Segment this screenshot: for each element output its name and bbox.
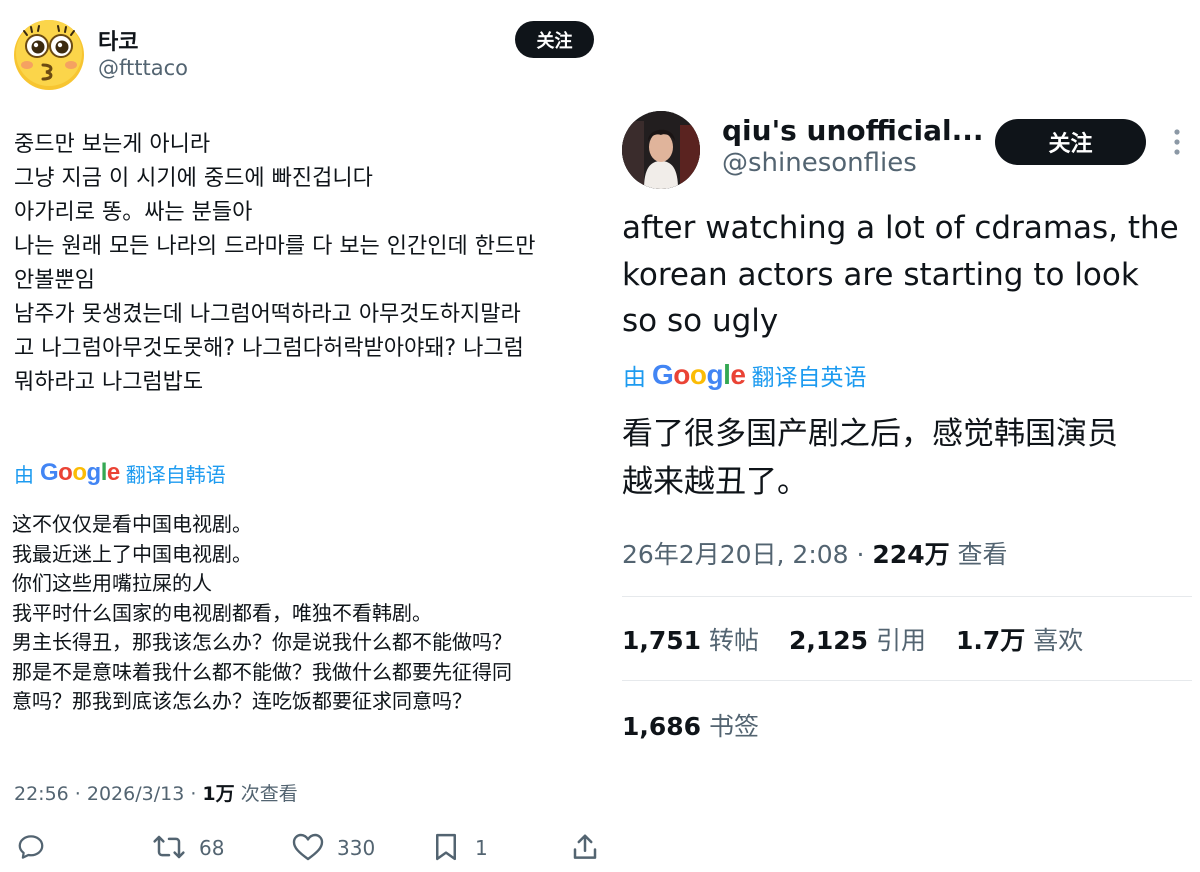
translated-body: 这不仅仅是看中国电视剧。 我最近迷上了中国电视剧。 你们这些用嘴拉屎的人 我平时… (12, 510, 512, 717)
tweet-body: after watching a lot of cdramas, the kor… (622, 205, 1179, 345)
heart-icon[interactable] (292, 832, 324, 866)
bookmark-stat[interactable]: 1,686 书签 (622, 707, 759, 743)
translated-line: 你们这些用嘴拉屎的人 (12, 571, 212, 595)
translated-line: 我平时什么国家的电视剧都看，唯独不看韩剧。 (12, 600, 432, 625)
translated-line: 这不仅仅是看中国电视剧。 (12, 512, 252, 536)
translated-line: 男主长得丑，那我该怎么办？你是说我什么都不能做吗？ (12, 630, 512, 654)
share-icon[interactable] (570, 832, 600, 866)
translated-line: 看了很多国产剧之后，感觉韩国演员 (622, 416, 1118, 452)
quote-stat-label: 引用 (876, 626, 927, 655)
retweet-count: 68 (199, 836, 225, 860)
translated-line: 那是不是意味着我什么都不能做？我做什么都要先征得同 (12, 659, 512, 684)
translated-line: 我最近迷上了中国电视剧。 (12, 541, 252, 566)
like-stat-value: 1.7万 (956, 626, 1026, 655)
display-name[interactable]: 타코 (98, 24, 138, 56)
quote-stat[interactable]: 2,125 引用 (789, 626, 926, 655)
right-tweet: qiu's unofficial... @shinesonflies 关注 af… (610, 0, 1200, 872)
quote-stat-value: 2,125 (789, 626, 869, 655)
tweet-line: 나는 원래 모든 나라의 드라마를 다 보는 인간인데 한드만 (14, 234, 536, 259)
handle[interactable]: @ftttaco (98, 56, 188, 80)
translate-attribution[interactable]: 由 Google 翻译自英语 (623, 358, 866, 392)
tweet-line: 그냥 지금 이 시기에 중드에 빠진겁니다 (14, 166, 373, 191)
view-label: 次查看 (234, 783, 298, 805)
google-logo: Google (40, 459, 120, 486)
retweet-stat-label: 转帖 (709, 626, 760, 655)
bookmark-stat-label: 书签 (709, 712, 760, 741)
tweet-line: 고 나그럼아무것도못해? 나그럼다허락받아야돼? 나그럼 (14, 336, 524, 361)
emoji-face-icon (14, 20, 84, 90)
avatar-photo (622, 111, 700, 189)
more-vertical-icon[interactable] (1172, 128, 1182, 160)
translate-language: 翻译自韩语 (125, 462, 226, 487)
tweet-line: so so ugly (622, 303, 779, 339)
like-count: 330 (337, 836, 376, 860)
avatar[interactable] (622, 111, 700, 189)
tweet-meta: 26年2月20日, 2:08 · 224万 查看 (622, 535, 1008, 571)
retweet-stat[interactable]: 1,751 转帖 (622, 626, 759, 655)
retweet-icon[interactable] (152, 832, 186, 866)
tweet-line: 남주가 못생겼는데 나그럼어떡하라고 아무것도하지말라 (14, 302, 521, 327)
view-count: 224万 (872, 540, 950, 569)
action-bar: 68 330 1 (16, 832, 606, 864)
follow-button[interactable]: 关注 (515, 21, 594, 58)
engagement-stats: 1,751 转帖 2,125 引用 1.7万 喜欢 (622, 621, 1083, 657)
tweet-line: 뭐하라고 나그럼밥도 (14, 370, 204, 395)
translated-body: 看了很多国产剧之后，感觉韩国演员 越来越丑了。 (622, 410, 1118, 506)
retweet-stat-value: 1,751 (622, 626, 702, 655)
bookmark-count: 1 (475, 836, 488, 860)
tweet-body: 중드만 보는게 아니라 그냥 지금 이 시기에 중드에 빠진겁니다 아가리로 똥… (14, 128, 535, 400)
like-stat-label: 喜欢 (1033, 626, 1084, 655)
bookmark-icon[interactable] (432, 832, 460, 866)
tweet-line: 중드만 보는게 아니라 (14, 132, 211, 157)
translate-attribution[interactable]: 由 Google 翻译自韩语 (14, 458, 226, 488)
tweet-line: korean actors are starting to look (622, 256, 1139, 293)
divider (622, 596, 1192, 597)
bookmark-stat-value: 1,686 (622, 712, 702, 741)
tweet-line: 아가리로 똥。싸는 분들아 (14, 200, 253, 225)
view-count: 1万 (202, 783, 235, 805)
translated-line: 越来越丑了。 (622, 464, 808, 500)
reply-icon[interactable] (16, 832, 46, 866)
google-logo: Google (652, 359, 746, 390)
follow-button[interactable]: 关注 (995, 119, 1146, 165)
tweet-line: 안볼뿐임 (14, 268, 95, 293)
translated-line: 意吗？那我到底该怎么办？连吃饭都要征求同意吗？ (12, 689, 472, 713)
handle[interactable]: @shinesonflies (722, 148, 917, 178)
tweet-meta: 22:56 · 2026/3/13 · 1万 次查看 (14, 779, 298, 806)
translate-prefix: 由 (623, 365, 646, 391)
translate-language: 翻译自英语 (751, 365, 867, 391)
tweet-line: after watching a lot of cdramas, the (622, 210, 1179, 246)
left-tweet: 타코 @ftttaco 关注 중드만 보는게 아니라 그냥 지금 이 시기에 중… (0, 0, 610, 872)
like-stat[interactable]: 1.7万 喜欢 (956, 626, 1083, 655)
translate-prefix: 由 (14, 462, 34, 487)
divider (622, 680, 1192, 681)
avatar[interactable] (13, 19, 85, 91)
timestamp[interactable]: 26年2月20日, 2:08 · (622, 540, 872, 569)
timestamp[interactable]: 22:56 · 2026/3/13 · (14, 783, 202, 805)
display-name[interactable]: qiu's unofficial... (722, 114, 984, 147)
view-label: 查看 (949, 540, 1008, 569)
